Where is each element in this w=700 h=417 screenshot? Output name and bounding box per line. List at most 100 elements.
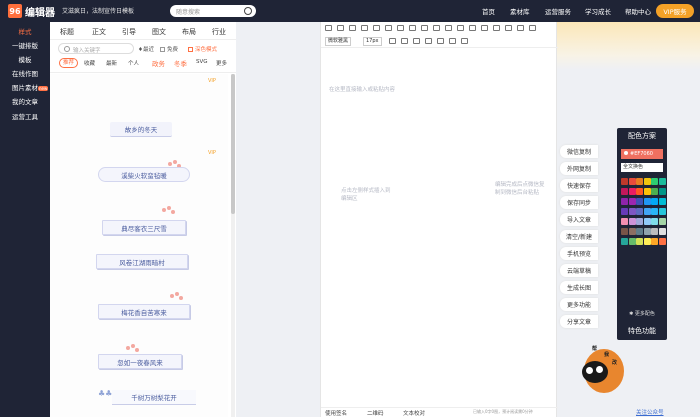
color-swatch[interactable]: [621, 188, 628, 195]
nav-operations[interactable]: 运营服务: [545, 6, 571, 16]
letter-spacing-icon[interactable]: [413, 38, 420, 44]
undo-icon[interactable]: [337, 25, 344, 31]
template-item[interactable]: 风卷江湖雨暗村: [96, 254, 188, 269]
color-swatch[interactable]: [628, 208, 636, 215]
background-color-icon[interactable]: [445, 25, 452, 31]
external-copy-button[interactable]: 外网复制: [560, 162, 598, 175]
logo[interactable]: 96 编辑器: [8, 4, 55, 19]
emoji-icon[interactable]: [437, 38, 444, 44]
sidebar-item-styles[interactable]: 样式: [0, 26, 50, 36]
nav-learning[interactable]: 学习成长: [585, 6, 611, 16]
table-icon[interactable]: [425, 38, 432, 44]
italic-icon[interactable]: [397, 25, 404, 31]
color-swatch[interactable]: [658, 218, 666, 225]
nav-home[interactable]: 首页: [482, 6, 495, 16]
color-swatch[interactable]: [658, 208, 666, 215]
font-size-select[interactable]: 17px: [363, 37, 382, 46]
color-swatch[interactable]: [621, 218, 628, 225]
save-sync-button[interactable]: 保存同步: [560, 196, 598, 209]
scrollbar-thumb[interactable]: [231, 74, 235, 214]
tab-industry[interactable]: 行业: [212, 27, 226, 37]
sidebar-item-templates[interactable]: 模板: [0, 54, 50, 64]
import-article-button[interactable]: 导入文章: [560, 213, 598, 226]
color-swatch[interactable]: [643, 238, 651, 245]
qrcode-button[interactable]: 二维码: [367, 409, 384, 417]
template-item[interactable]: 溪柴火软蛮毡暖: [98, 167, 190, 182]
filter-favorites[interactable]: 收藏: [84, 59, 95, 67]
color-swatch[interactable]: [636, 228, 643, 235]
color-swatch[interactable]: [628, 198, 636, 205]
wechat-copy-button[interactable]: 微信复制: [560, 145, 598, 158]
color-swatch[interactable]: [658, 198, 666, 205]
strike-icon[interactable]: [421, 25, 428, 31]
format-brush-icon[interactable]: [361, 25, 368, 31]
color-swatch[interactable]: [651, 198, 658, 205]
color-swatch[interactable]: [621, 178, 628, 185]
align-center-icon[interactable]: [469, 25, 476, 31]
proofread-button[interactable]: 文本校对: [403, 409, 425, 417]
mascot-helper[interactable]: 帮 我 改: [578, 345, 628, 397]
link-icon[interactable]: [517, 25, 524, 31]
color-swatch[interactable]: [651, 178, 658, 185]
dark-mode-checkbox[interactable]: 深色模式: [188, 45, 217, 53]
tab-layout[interactable]: 布局: [182, 27, 196, 37]
tab-guide[interactable]: 引导: [122, 27, 136, 37]
filter-more[interactable]: 更多: [216, 59, 227, 67]
color-swatch[interactable]: [643, 218, 651, 225]
promo-text[interactable]: 艾滋疯日，法制宣传日模板: [62, 6, 134, 15]
color-swatch[interactable]: [628, 228, 636, 235]
color-swatch[interactable]: [643, 198, 651, 205]
sidebar-item-online-design[interactable]: 在线作图: [0, 68, 50, 78]
filter-government[interactable]: 政务: [152, 58, 165, 68]
video-icon[interactable]: [449, 38, 456, 44]
sidebar-item-images[interactable]: 图片素材: [0, 82, 50, 92]
audio-icon[interactable]: [461, 38, 468, 44]
color-swatch[interactable]: [636, 178, 643, 185]
color-swatch[interactable]: [621, 228, 628, 235]
clear-new-button[interactable]: 清空/新建: [560, 230, 598, 243]
color-swatch[interactable]: [651, 218, 658, 225]
template-item[interactable]: 故乡的冬天: [110, 122, 172, 137]
color-swatch[interactable]: [628, 218, 636, 225]
search-input[interactable]: 随意搜索: [170, 5, 256, 17]
color-swatch[interactable]: [658, 188, 666, 195]
quick-save-button[interactable]: 快速保存: [560, 179, 598, 192]
editor-area[interactable]: 微软雅黑 17px 在这里直接输入或粘贴内容 点击左侧样式插入到编辑区 使用签名…: [320, 22, 558, 417]
align-right-icon[interactable]: [481, 25, 488, 31]
font-family-select[interactable]: 微软雅黑: [325, 37, 352, 46]
image-icon[interactable]: [529, 25, 536, 31]
sidebar-item-my-articles[interactable]: 我的文章: [0, 96, 50, 106]
color-swatch[interactable]: [621, 238, 628, 245]
color-value-input[interactable]: #EF7060: [621, 149, 663, 159]
justify-icon[interactable]: [493, 25, 500, 31]
color-swatch[interactable]: [636, 188, 643, 195]
color-swatch[interactable]: [636, 238, 643, 245]
nav-materials[interactable]: 素材库: [510, 6, 530, 16]
color-swatch[interactable]: [658, 228, 666, 235]
color-swatch[interactable]: [643, 178, 651, 185]
align-left-icon[interactable]: [457, 25, 464, 31]
recent-option[interactable]: ♦最近: [138, 45, 154, 53]
underline-icon[interactable]: [409, 25, 416, 31]
color-swatch[interactable]: [651, 188, 658, 195]
color-swatch[interactable]: [628, 238, 636, 245]
font-color-icon[interactable]: [433, 25, 440, 31]
template-item[interactable]: 典尽客衣三尺雪: [102, 220, 186, 235]
color-swatch[interactable]: [621, 208, 628, 215]
sidebar-item-auto-layout[interactable]: 一键排版: [0, 40, 50, 50]
search-icon[interactable]: [244, 7, 252, 15]
source-code-icon[interactable]: [325, 25, 332, 31]
color-swatch[interactable]: [636, 208, 643, 215]
clear-format-icon[interactable]: [373, 25, 380, 31]
template-item[interactable]: 忽如一夜春风来: [98, 354, 182, 369]
tab-image-text[interactable]: 图文: [152, 27, 166, 37]
template-item[interactable]: 千树万树梨花开: [112, 390, 196, 405]
filter-personal[interactable]: 个人: [128, 59, 139, 67]
sidebar-item-ops-tools[interactable]: 运营工具: [0, 111, 50, 121]
signature-button[interactable]: 使用签名: [325, 409, 347, 417]
featured-functions-label[interactable]: 特色功能: [617, 326, 667, 336]
cloud-draft-button[interactable]: 云端草稿: [560, 264, 598, 277]
redo-icon[interactable]: [349, 25, 356, 31]
color-swatch[interactable]: [643, 228, 651, 235]
color-swatch[interactable]: [621, 198, 628, 205]
